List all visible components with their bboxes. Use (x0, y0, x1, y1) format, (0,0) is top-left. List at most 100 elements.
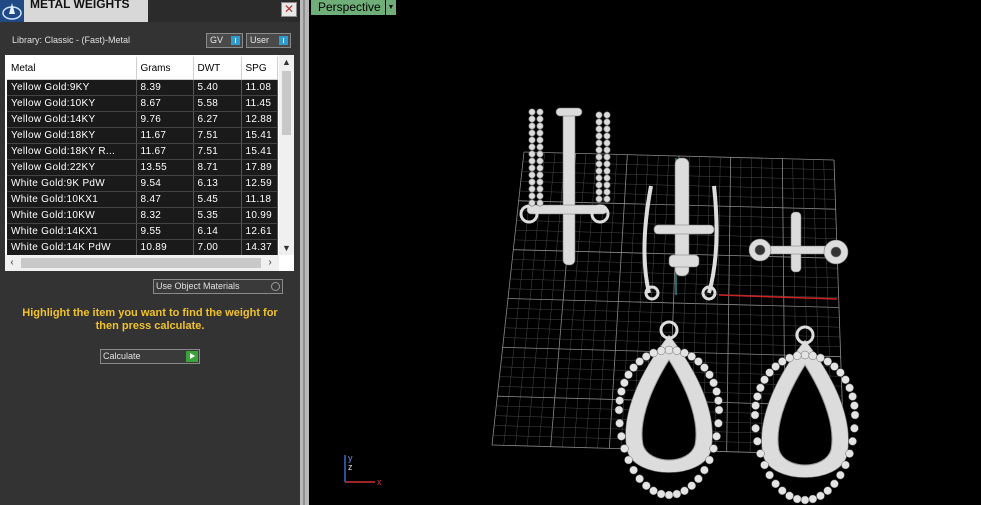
cell-grams: 9.54 (136, 175, 194, 192)
cell-spg: 11.18 (241, 191, 278, 208)
cell-metal: White Gold:14K PdW (7, 239, 137, 256)
metal-table: Metal Grams DWT SPG Yellow Gold:9KY 8.39 5… (7, 57, 278, 256)
gizmo-z-label: z (348, 462, 353, 472)
user-toggle-switch-icon (279, 36, 288, 45)
calculate-label: Calculate (103, 351, 141, 361)
cell-dwt: 5.58 (193, 95, 242, 112)
panel-splitter[interactable] (300, 0, 309, 505)
cell-dwt: 8.71 (193, 159, 242, 176)
cell-metal: Yellow Gold:14KY (7, 111, 137, 128)
gv-toggle-label: GV (210, 35, 224, 45)
cell-metal: White Gold:14KX1 (7, 223, 137, 240)
cell-spg: 17.89 (241, 159, 278, 176)
scroll-down-icon[interactable]: ▼ (279, 241, 294, 255)
use-object-materials-label: Use Object Materials (156, 281, 240, 291)
scroll-right-icon[interactable]: › (263, 255, 277, 271)
table-header-row: Metal Grams DWT SPG (7, 57, 278, 80)
table-vertical-scrollbar[interactable]: ▲ ▼ (279, 55, 294, 255)
table-row[interactable]: White Gold:10KW 8.32 5.35 10.99 (7, 207, 278, 224)
scroll-left-icon[interactable]: ‹ (5, 255, 19, 271)
library-label: Library: Classic - (Fast)-Metal (12, 35, 131, 45)
cell-metal: Yellow Gold:22KY (7, 159, 137, 176)
table-row[interactable]: White Gold:9K PdW 9.54 6.13 12.59 (7, 175, 278, 192)
table-row[interactable]: Yellow Gold:18KY 11.67 7.51 15.41 (7, 127, 278, 144)
user-toggle-label: User (250, 35, 270, 45)
cell-dwt: 6.13 (193, 175, 242, 192)
cell-metal: Yellow Gold:9KY (7, 79, 137, 96)
cell-dwt: 7.00 (193, 239, 242, 256)
cell-grams: 11.67 (136, 143, 194, 160)
axis-gizmo: y z x (344, 453, 382, 487)
column-header-grams[interactable]: Grams (136, 57, 194, 80)
column-header-spg[interactable]: SPG (241, 57, 278, 80)
table-row[interactable]: White Gold:14KX1 9.55 6.14 12.61 (7, 223, 278, 240)
cell-dwt: 5.35 (193, 207, 242, 224)
table-row[interactable]: Yellow Gold:22KY 13.55 8.71 17.89 (7, 159, 278, 176)
cell-metal: White Gold:9K PdW (7, 175, 137, 192)
cell-metal: White Gold:10KW (7, 207, 137, 224)
teardrop-earring-left-model[interactable] (614, 320, 724, 500)
table-row[interactable]: Yellow Gold:14KY 9.76 6.27 12.88 (7, 111, 278, 128)
play-icon (186, 351, 198, 362)
vertical-scroll-thumb[interactable] (282, 71, 291, 135)
cell-grams: 13.55 (136, 159, 194, 176)
cell-dwt: 5.45 (193, 191, 242, 208)
column-header-dwt[interactable]: DWT (193, 57, 242, 80)
cell-metal: Yellow Gold:18KY R... (7, 143, 137, 160)
table-row[interactable]: White Gold:14K PdW 10.89 7.00 14.37 (7, 239, 278, 256)
gizmo-x-label: x (377, 477, 382, 487)
cell-spg: 15.41 (241, 127, 278, 144)
lever-back-model[interactable] (642, 157, 719, 301)
cell-grams: 9.55 (136, 223, 194, 240)
teardrop-earring-right-model[interactable] (750, 325, 860, 505)
cell-grams: 8.32 (136, 207, 194, 224)
cell-dwt: 6.27 (193, 111, 242, 128)
cell-dwt: 6.14 (193, 223, 242, 240)
panel-title: METAL WEIGHTS (24, 0, 148, 22)
gv-toggle-switch-icon (231, 36, 240, 45)
table-row[interactable]: Yellow Gold:9KY 8.39 5.40 11.08 (7, 79, 278, 96)
cell-spg: 12.88 (241, 111, 278, 128)
cell-dwt: 7.51 (193, 127, 242, 144)
cell-spg: 11.45 (241, 95, 278, 112)
table-row[interactable]: Yellow Gold:18KY R... 11.67 7.51 15.41 (7, 143, 278, 160)
column-header-metal[interactable]: Metal (7, 57, 137, 80)
cell-dwt: 5.40 (193, 79, 242, 96)
cell-dwt: 7.51 (193, 143, 242, 160)
perspective-viewport[interactable]: Perspective ▼ y z x (309, 0, 981, 505)
panel-titlebar: METAL WEIGHTS ✕ (0, 0, 300, 22)
cell-spg: 10.99 (241, 207, 278, 224)
cell-grams: 11.67 (136, 127, 194, 144)
earring-post-model[interactable] (519, 107, 611, 266)
cell-metal: Yellow Gold:10KY (7, 95, 137, 112)
stud-findings-model[interactable] (748, 211, 849, 273)
instruction-text: Highlight the item you want to find the … (22, 307, 278, 332)
scene-canvas: y z x (344, 107, 860, 505)
table-row[interactable]: Yellow Gold:10KY 8.67 5.58 11.45 (7, 95, 278, 112)
cell-spg: 14.37 (241, 239, 278, 256)
table-row[interactable]: White Gold:10KX1 8.47 5.45 11.18 (7, 191, 278, 208)
gv-toggle[interactable]: GV (206, 33, 243, 48)
metal-table-container: Metal Grams DWT SPG Yellow Gold:9KY 8.39 5… (5, 55, 294, 271)
cell-spg: 12.61 (241, 223, 278, 240)
cell-grams: 8.47 (136, 191, 194, 208)
close-button[interactable]: ✕ (281, 2, 297, 17)
cell-spg: 15.41 (241, 143, 278, 160)
metal-weights-panel: METAL WEIGHTS ✕ Library: Classic - (Fast… (0, 0, 300, 505)
cell-grams: 9.76 (136, 111, 194, 128)
app-logo-icon (0, 0, 24, 22)
calculate-button[interactable]: Calculate (100, 349, 200, 364)
use-object-materials-toggle[interactable]: Use Object Materials (153, 279, 283, 294)
cell-spg: 12.59 (241, 175, 278, 192)
cell-grams: 8.39 (136, 79, 194, 96)
cell-metal: Yellow Gold:18KY (7, 127, 137, 144)
cell-grams: 10.89 (136, 239, 194, 256)
cell-grams: 8.67 (136, 95, 194, 112)
scroll-up-icon[interactable]: ▲ (279, 55, 294, 69)
table-horizontal-scrollbar[interactable]: ‹ › (5, 255, 279, 271)
radio-icon (271, 282, 280, 291)
cell-spg: 11.08 (241, 79, 278, 96)
user-toggle[interactable]: User (246, 33, 291, 48)
horizontal-scroll-thumb[interactable] (21, 258, 261, 268)
cell-metal: White Gold:10KX1 (7, 191, 137, 208)
